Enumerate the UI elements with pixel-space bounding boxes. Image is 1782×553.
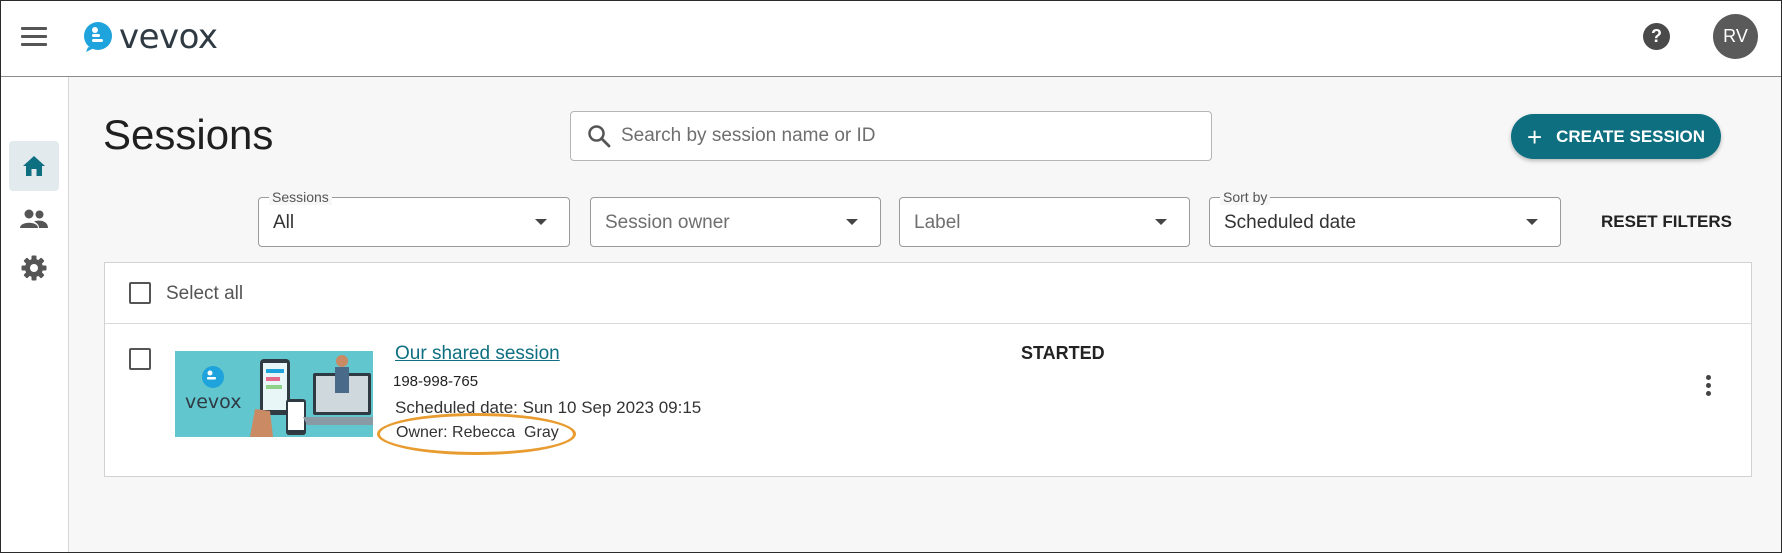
create-session-button[interactable]: + CREATE SESSION [1511, 114, 1721, 159]
create-session-label: CREATE SESSION [1556, 126, 1706, 146]
session-id: 198-998-765 [393, 373, 479, 390]
sidebar-item-home[interactable] [9, 141, 59, 191]
people-icon [20, 209, 48, 228]
session-owner-select[interactable]: Session owner [590, 197, 881, 247]
logo-text: vevox [119, 17, 218, 57]
logo-bubble-icon [84, 22, 112, 52]
session-thumbnail[interactable]: vevox [175, 351, 373, 437]
more-vertical-icon[interactable] [1705, 375, 1713, 399]
sessions-table: Select all vevox Our shared session 198-… [104, 262, 1752, 477]
select-all-label: Select all [166, 283, 244, 304]
top-bar: vevox ? RV [1, 1, 1781, 77]
menu-icon[interactable] [21, 27, 47, 47]
select-all-checkbox[interactable] [129, 282, 151, 304]
sort-by-label: Sort by [1220, 189, 1271, 205]
session-owner-placeholder: Session owner [605, 212, 730, 233]
sessions-filter-select[interactable]: Sessions All [258, 189, 570, 247]
avatar[interactable]: RV [1713, 14, 1758, 59]
row-checkbox[interactable] [129, 348, 151, 370]
plus-icon: + [1526, 121, 1543, 152]
label-filter-select[interactable]: Label [899, 197, 1190, 247]
search-icon [588, 125, 611, 148]
search-input[interactable] [619, 120, 1193, 152]
app-frame: vevox ? RV Sessions Search by session na… [0, 0, 1782, 553]
gear-icon [21, 255, 47, 281]
sidebar-item-users[interactable] [9, 194, 59, 244]
sort-by-select[interactable]: Sort by Scheduled date [1209, 189, 1561, 247]
search-box[interactable] [570, 111, 1212, 161]
sessions-filter-value: All [273, 212, 295, 233]
session-name-link[interactable]: Our shared session [395, 343, 560, 365]
sessions-filter-label: Sessions [269, 189, 332, 205]
label-filter-placeholder: Label [914, 212, 961, 233]
chevron-down-icon [1155, 219, 1167, 225]
table-header: Select all [105, 263, 1751, 324]
chevron-down-icon [535, 219, 547, 225]
chevron-down-icon [846, 219, 858, 225]
vevox-logo[interactable]: vevox [83, 17, 218, 57]
sidebar [1, 77, 69, 552]
status-badge: STARTED [1021, 343, 1105, 363]
sort-by-value: Scheduled date [1224, 212, 1357, 233]
home-icon [23, 156, 45, 176]
help-icon[interactable]: ? [1643, 23, 1670, 50]
thumbnail-logo-text: vevox [185, 391, 242, 413]
session-scheduled-date: Scheduled date: Sun 10 Sep 2023 09:15 [395, 398, 702, 417]
chevron-down-icon [1526, 219, 1538, 225]
reset-filters-button[interactable]: RESET FILTERS [1601, 212, 1732, 232]
page-title: Sessions [103, 111, 274, 158]
sidebar-item-settings[interactable] [9, 243, 59, 293]
session-owner: Owner: Rebecca Gray [396, 424, 559, 441]
